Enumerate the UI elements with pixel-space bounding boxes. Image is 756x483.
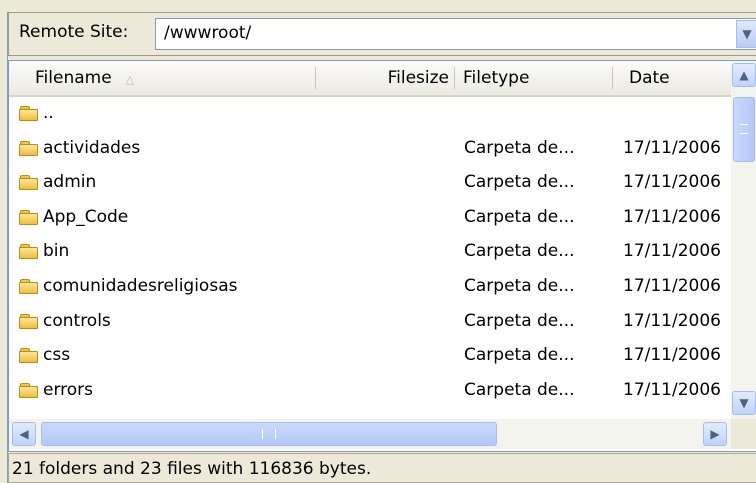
chevron-down-icon[interactable]: ▼ xyxy=(736,20,756,48)
file-name: admin xyxy=(43,172,97,193)
list-item[interactable]: bin Carpeta de... 17/11/2006 xyxy=(9,235,731,269)
file-type: Carpeta de... xyxy=(464,276,575,296)
vertical-scroll-thumb[interactable] xyxy=(733,97,755,162)
remote-site-label: Remote Site: xyxy=(19,22,129,42)
list-item[interactable]: errors Carpeta de... 17/11/2006 xyxy=(9,374,731,408)
file-date: 17/11/2006 xyxy=(623,137,721,158)
file-name: controls xyxy=(43,310,111,331)
folder-icon xyxy=(19,313,39,330)
arrow-right-icon[interactable]: ▶ xyxy=(703,422,727,446)
file-date: 17/11/2006 xyxy=(623,276,721,296)
column-divider[interactable] xyxy=(612,67,613,89)
column-filename[interactable]: Filename △ xyxy=(35,61,315,95)
folder-icon xyxy=(19,106,39,122)
list-item[interactable]: controls Carpeta de... 17/11/2006 xyxy=(9,305,731,339)
horizontal-scroll-thumb[interactable] xyxy=(41,422,497,446)
folder-icon xyxy=(19,382,39,399)
folder-icon xyxy=(19,209,39,226)
folder-icon xyxy=(19,244,39,260)
remote-site-bar: Remote Site: /wwwroot/ ▼ xyxy=(8,12,756,56)
scrollbar-corner xyxy=(731,419,756,449)
folder-icon xyxy=(19,348,39,364)
file-type: Carpeta de... xyxy=(464,241,575,262)
column-filetype-label: Filetype xyxy=(463,68,530,88)
grip-icon xyxy=(740,124,748,134)
file-type: Carpeta de... xyxy=(464,137,575,158)
grip-icon xyxy=(262,429,276,439)
list-item[interactable]: admin Carpeta de... 17/11/2006 xyxy=(9,166,731,200)
column-header: Filename △ Filesize Filetype Date xyxy=(9,61,731,97)
arrow-up-icon[interactable]: ▲ xyxy=(732,63,756,87)
list-item[interactable]: css Carpeta de... 17/11/2006 xyxy=(9,339,731,373)
file-name: bin xyxy=(43,241,70,262)
file-list[interactable]: Filename △ Filesize Filetype Date .. activ… xyxy=(8,60,756,452)
remote-site-panel: Remote Site: /wwwroot/ ▼ Filename △ Files… xyxy=(7,12,756,483)
folder-icon xyxy=(19,279,39,295)
column-filesize[interactable]: Filesize xyxy=(315,61,453,95)
column-filesize-label: Filesize xyxy=(387,68,449,88)
arrow-left-icon[interactable]: ◀ xyxy=(12,422,36,446)
file-type: Carpeta de... xyxy=(464,310,575,331)
folder-icon xyxy=(19,175,39,191)
file-date: 17/11/2006 xyxy=(623,206,721,227)
remote-path-value[interactable]: /wwwroot/ xyxy=(164,23,251,43)
column-filetype[interactable]: Filetype xyxy=(463,61,613,95)
file-name: errors xyxy=(43,379,94,400)
vertical-scrollbar[interactable]: ▲ ▼ xyxy=(731,61,756,419)
sort-ascending-icon: △ xyxy=(125,73,135,86)
remote-path-combo[interactable]: /wwwroot/ ▼ xyxy=(155,18,756,50)
list-item[interactable]: App_Code Carpeta de... 17/11/2006 xyxy=(9,201,731,235)
column-date[interactable]: Date xyxy=(629,61,729,95)
file-date: 17/11/2006 xyxy=(623,241,721,262)
file-date: 17/11/2006 xyxy=(623,172,721,193)
column-divider[interactable] xyxy=(454,67,455,89)
file-name: App_Code xyxy=(43,206,129,227)
list-item[interactable]: comunidadesreligiosas Carpeta de... 17/11/… xyxy=(9,270,731,304)
list-item[interactable]: actividades Carpeta de... 17/11/2006 xyxy=(9,132,731,166)
file-type: Carpeta de... xyxy=(464,172,575,193)
column-date-label: Date xyxy=(629,68,670,88)
status-bar: 21 folders and 23 files with 116836 byte… xyxy=(8,453,756,483)
list-item[interactable]: .. xyxy=(9,97,731,131)
status-text: 21 folders and 23 files with 116836 byte… xyxy=(12,459,372,479)
file-date: 17/11/2006 xyxy=(623,310,721,331)
file-name: .. xyxy=(43,103,54,123)
file-date: 17/11/2006 xyxy=(623,379,721,400)
arrow-down-icon[interactable]: ▼ xyxy=(732,391,756,415)
file-date: 17/11/2006 xyxy=(623,345,721,366)
file-name: actividades xyxy=(43,137,141,158)
file-type: Carpeta de... xyxy=(464,379,575,400)
column-filename-label: Filename xyxy=(35,68,112,88)
folder-icon xyxy=(19,140,39,157)
file-type: Carpeta de... xyxy=(464,345,575,366)
file-name: comunidadesreligiosas xyxy=(43,276,238,296)
horizontal-scrollbar[interactable]: ◀ ▶ xyxy=(9,419,731,449)
file-name: css xyxy=(43,345,71,366)
file-type: Carpeta de... xyxy=(464,206,575,227)
